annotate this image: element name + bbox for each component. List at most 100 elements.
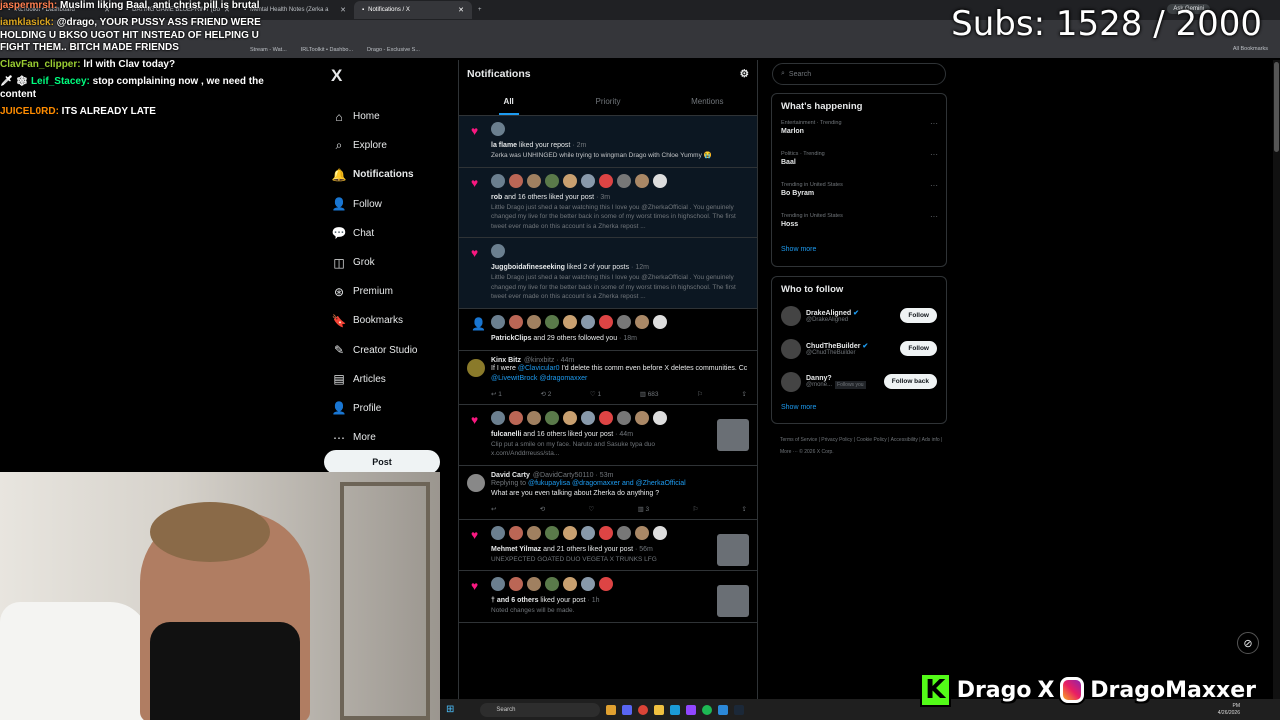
avatar[interactable] (781, 371, 801, 392)
avatar[interactable] (491, 244, 505, 258)
tab-priority[interactable]: Priority (558, 88, 657, 115)
notification-item[interactable]: ♥ fulcanelli and 16 others liked your pos… (459, 405, 757, 466)
like-action[interactable]: ♡ 1 (590, 390, 601, 398)
tab-all[interactable]: All (459, 88, 558, 115)
avatar[interactable] (653, 525, 667, 540)
avatar[interactable] (599, 577, 613, 591)
reply-action[interactable]: ↩ (491, 505, 496, 513)
spotify-icon[interactable] (702, 704, 713, 715)
tab-close-icon[interactable]: ✕ (340, 6, 346, 14)
show-more-link[interactable]: Show more (772, 240, 946, 259)
avatar[interactable] (581, 525, 595, 540)
avatar[interactable] (491, 122, 505, 136)
avatar[interactable] (617, 410, 631, 425)
steam-icon[interactable] (734, 704, 745, 715)
notification-actor[interactable]: rob (491, 194, 502, 201)
avatar[interactable] (491, 410, 505, 425)
like-action[interactable]: ♡ (588, 505, 594, 513)
taskbar-search[interactable]: Search (480, 702, 601, 717)
nav-item-explore[interactable]: ⌕ Explore (325, 131, 445, 160)
settings-gear-icon[interactable]: ⚙ (740, 68, 749, 80)
more-options-icon[interactable]: ··· (930, 181, 938, 190)
avatar[interactable] (545, 577, 559, 591)
app-icon[interactable] (606, 704, 617, 715)
browser-tab[interactable]: ▪ Notifications / X ✕ (354, 1, 472, 19)
avatar[interactable] (599, 173, 613, 188)
avatar[interactable] (527, 410, 541, 425)
avatar[interactable] (581, 410, 595, 425)
avatar[interactable] (545, 410, 559, 425)
notification-item[interactable]: ♥ † and 6 others liked your post · 1h Note… (459, 571, 757, 623)
avatar[interactable] (527, 314, 541, 329)
folder-icon[interactable] (654, 704, 665, 715)
tab-close-icon[interactable]: ✕ (458, 6, 464, 14)
nav-item-creator-studio[interactable]: ✎ Creator Studio (325, 336, 445, 365)
notification-item[interactable]: 👤 PatrickClips and 29 others followed you… (459, 309, 757, 351)
avatar[interactable] (491, 577, 505, 591)
repost-action[interactable]: ⟲ (540, 505, 545, 513)
avatar[interactable] (563, 173, 577, 188)
mention-link[interactable]: @LivewitBrock @dragomaxxer (491, 375, 587, 382)
notification-item[interactable]: ♥ Juggboidafineseeking liked 2 of your po… (459, 238, 757, 309)
notification-item[interactable]: ♥ la flame liked your repost · 2m Zerka wa… (459, 116, 757, 168)
reply-action[interactable]: ↩ 1 (491, 390, 502, 398)
share-action[interactable]: ⇪ (742, 505, 747, 513)
avatar[interactable] (617, 525, 631, 540)
share-action[interactable]: ⇪ (742, 390, 747, 398)
trend-item[interactable]: Trending in United States Hoss ··· (772, 209, 946, 240)
notification-actor[interactable]: Mehmet Yilmaz (491, 546, 541, 553)
avatar[interactable] (617, 314, 631, 329)
tweet-item[interactable]: Kinx Bitz @kinxbitz · 44m If I were @Clavi… (459, 351, 757, 405)
bookmark-action[interactable]: ⚐ (697, 390, 703, 398)
notification-item[interactable]: ♥ Mehmet Yilmaz and 21 others liked your … (459, 520, 757, 571)
author-name[interactable]: Kinx Bitz (491, 357, 521, 364)
avatar[interactable] (581, 577, 595, 591)
x-logo[interactable]: X (331, 66, 445, 102)
avatar[interactable] (545, 314, 559, 329)
more-options-icon[interactable]: ··· (930, 150, 938, 159)
avatar[interactable] (509, 314, 523, 329)
follow-button[interactable]: Follow (900, 341, 937, 356)
avatar[interactable] (635, 173, 649, 188)
avatar[interactable] (527, 173, 541, 188)
grok-float-icon[interactable]: ⊘ (1237, 632, 1259, 654)
follow-suggestion[interactable]: ChudTheBuilder ✔ @ChudTheBuilder Follow (772, 332, 946, 365)
app-icon[interactable] (622, 704, 633, 715)
avatar[interactable] (509, 577, 523, 591)
app-icon[interactable] (670, 704, 681, 715)
app-icon[interactable] (686, 704, 697, 715)
nav-item-premium[interactable]: ⊛ Premium (325, 277, 445, 306)
nav-item-chat[interactable]: 💬 Chat (325, 219, 445, 248)
mention-link[interactable]: @Clavicular0 (518, 365, 560, 372)
author-avatar[interactable] (467, 358, 485, 377)
avatar[interactable] (527, 577, 541, 591)
follow-button[interactable]: Follow back (883, 374, 937, 389)
tweet-item[interactable]: David Carty @DavidCarty50110 · 53m Replyin… (459, 466, 757, 520)
tab-mentions[interactable]: Mentions (658, 88, 757, 115)
reply-mentions[interactable]: @fukupaylisa @dragomaxxer and @ZherkaOff… (528, 480, 686, 487)
avatar[interactable] (635, 410, 649, 425)
all-bookmarks[interactable]: All Bookmarks (1233, 46, 1268, 52)
bookmark-item[interactable]: Drago - Exclusive S... (367, 47, 420, 53)
post-thumbnail[interactable] (717, 585, 749, 617)
avatar[interactable] (545, 173, 559, 188)
avatar[interactable] (653, 173, 667, 188)
avatar[interactable] (653, 410, 667, 425)
nav-item-notifications[interactable]: 🔔 Notifications (325, 160, 445, 189)
avatar[interactable] (635, 525, 649, 540)
page-scrollbar[interactable] (1273, 60, 1280, 700)
author-name[interactable]: David Carty (491, 472, 530, 479)
chrome-icon[interactable] (638, 704, 649, 715)
repost-action[interactable]: ⟲ 2 (540, 390, 551, 398)
app-icon[interactable] (718, 704, 729, 715)
avatar[interactable] (491, 314, 505, 329)
notification-actor[interactable]: PatrickClips (491, 335, 531, 342)
views-action[interactable]: ▥ 683 (640, 390, 659, 398)
avatar[interactable] (599, 525, 613, 540)
notification-item[interactable]: ♥ rob and 16 others liked your post · 3m L… (459, 167, 757, 238)
avatar[interactable] (545, 525, 559, 540)
follow-suggestion[interactable]: Danny? @mone... Follows you Follow back (772, 365, 946, 398)
show-more-link[interactable]: Show more (772, 398, 946, 417)
views-action[interactable]: ▥ 3 (638, 505, 650, 513)
avatar[interactable] (781, 338, 801, 359)
